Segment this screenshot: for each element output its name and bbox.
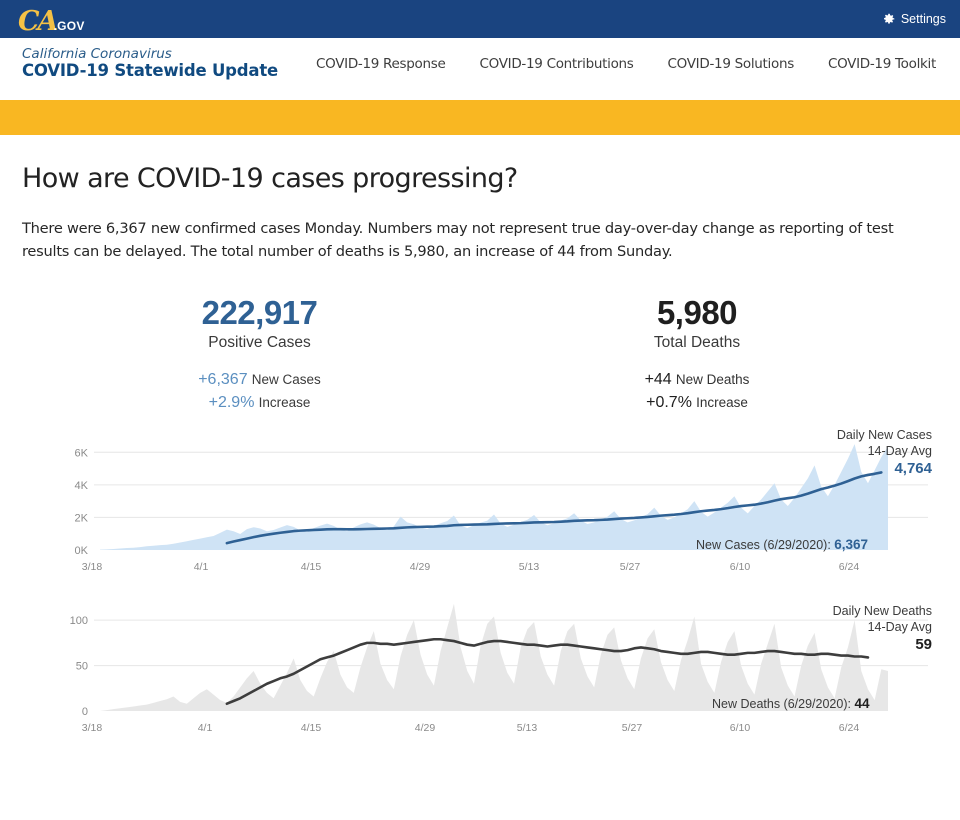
svg-deaths-ytick: 50 [76,660,88,672]
cases-series-title-line2: 14-Day Avg [837,444,932,460]
nav-link-covid-response[interactable]: COVID-19 Response [316,56,446,72]
new-deaths-label: New Deaths [676,372,750,387]
new-cases-label: New Cases [252,372,321,387]
cases-chart[interactable]: 0K2K4K6K3/184/14/154/295/135/276/106/24 … [0,422,960,570]
svg-cases-xtick: 4/29 [410,561,431,570]
clipped-secondary-row [0,90,960,100]
svg-deaths-ytick: 0 [82,706,88,718]
svg-cases-ytick: 4K [75,480,89,492]
svg-deaths-xtick: 3/18 [82,722,103,734]
total-deaths-delta: +44 New Deaths +0.7% Increase [487,368,907,414]
total-deaths-label: Total Deaths [487,334,907,352]
deaths-series-annotation: Daily New Deaths 14-Day Avg 59 [833,604,932,655]
ca-gov-logo[interactable]: CA .GOV [18,4,85,34]
svg-cases-area [100,444,888,550]
svg-deaths-xtick: 4/1 [198,722,213,734]
svg-cases-xtick: 5/13 [519,561,540,570]
site-brand[interactable]: California Coronavirus COVID-19 Statewid… [22,47,278,81]
cases-series-annotation: Daily New Cases 14-Day Avg 4,764 [837,428,932,479]
svg-cases-xtick: 6/10 [730,561,751,570]
svg-cases-ytick: 2K [75,512,89,524]
svg-deaths-xtick: 4/29 [415,722,436,734]
svg-deaths-xtick: 5/27 [622,722,643,734]
svg-cases-ytick: 0K [75,545,89,557]
site-navigation-band: California Coronavirus COVID-19 Statewid… [0,38,960,90]
nav-link-covid-contributions[interactable]: COVID-19 Contributions [480,56,634,72]
cases-inline-value: 6,367 [834,537,868,552]
deaths-chart[interactable]: 0 50 100 3/18 4/1 4/15 4/29 5/13 5/27 6/10 6/24 Da… [0,588,960,738]
svg-deaths-ytick: 100 [70,615,88,627]
nav-link-covid-toolkit[interactable]: COVID-19 Toolkit [828,56,936,72]
gear-icon [882,12,896,26]
settings-button[interactable]: Settings [882,12,946,26]
page-title: How are COVID-19 cases progressing? [22,163,938,194]
ca-gov-topbar: CA .GOV Settings [0,0,960,38]
ca-logo-gov: .GOV [53,20,84,32]
deaths-avg-value: 59 [833,636,932,655]
main-content: How are COVID-19 cases progressing? Ther… [0,163,960,414]
svg-deaths-xtick: 6/24 [839,722,860,734]
accent-band [0,100,960,135]
svg-deaths-xtick: 6/10 [730,722,751,734]
cases-inline-annotation: New Cases (6/29/2020): 6,367 [696,537,868,552]
deaths-series-title-line1: Daily New Deaths [833,604,932,620]
deaths-chart-svg: 0 50 100 3/18 4/1 4/15 4/29 5/13 5/27 6/10 6/24 [0,588,960,738]
total-deaths-value: 5,980 [487,295,907,331]
svg-cases-xtick: 3/18 [82,561,103,570]
svg-cases-xtick: 6/24 [839,561,860,570]
svg-cases-xtick: 5/27 [620,561,641,570]
svg-deaths-xtick: 5/13 [517,722,538,734]
cases-increase-pct: +2.9% [209,394,255,411]
svg-deaths-xtick: 4/15 [301,722,322,734]
nav-links: COVID-19 Response COVID-19 Contributions… [316,56,936,72]
stat-total-deaths: 5,980 Total Deaths +44 New Deaths +0.7% … [487,295,907,414]
stat-positive-cases: 222,917 Positive Cases +6,367 New Cases … [32,295,487,414]
brand-subtitle: California Coronavirus [22,47,278,62]
stats-row: 222,917 Positive Cases +6,367 New Cases … [22,295,938,414]
summary-paragraph: There were 6,367 new confirmed cases Mon… [22,218,922,263]
positive-cases-value: 222,917 [32,295,487,331]
svg-cases-xtick: 4/15 [301,561,322,570]
new-cases-value: +6,367 [198,371,247,388]
deaths-series-title-line2: 14-Day Avg [833,620,932,636]
svg-cases-xtick: 4/1 [194,561,209,570]
new-deaths-value: +44 [645,371,672,388]
deaths-inline-label: New Deaths (6/29/2020): [712,697,851,711]
positive-cases-label: Positive Cases [32,334,487,352]
settings-label: Settings [901,12,946,26]
cases-inline-label: New Cases (6/29/2020): [696,538,831,552]
brand-title: COVID-19 Statewide Update [22,62,278,80]
cases-series-title-line1: Daily New Cases [837,428,932,444]
positive-cases-delta: +6,367 New Cases +2.9% Increase [32,368,487,414]
deaths-inline-value: 44 [854,696,869,711]
deaths-inline-annotation: New Deaths (6/29/2020): 44 [712,696,869,711]
deaths-increase-label: Increase [696,395,748,410]
cases-avg-value: 4,764 [837,460,932,479]
svg-cases-ytick: 6K [75,447,89,459]
deaths-increase-pct: +0.7% [646,394,692,411]
nav-link-covid-solutions[interactable]: COVID-19 Solutions [668,56,794,72]
cases-increase-label: Increase [259,395,311,410]
ca-logo-script: CA [18,8,56,35]
